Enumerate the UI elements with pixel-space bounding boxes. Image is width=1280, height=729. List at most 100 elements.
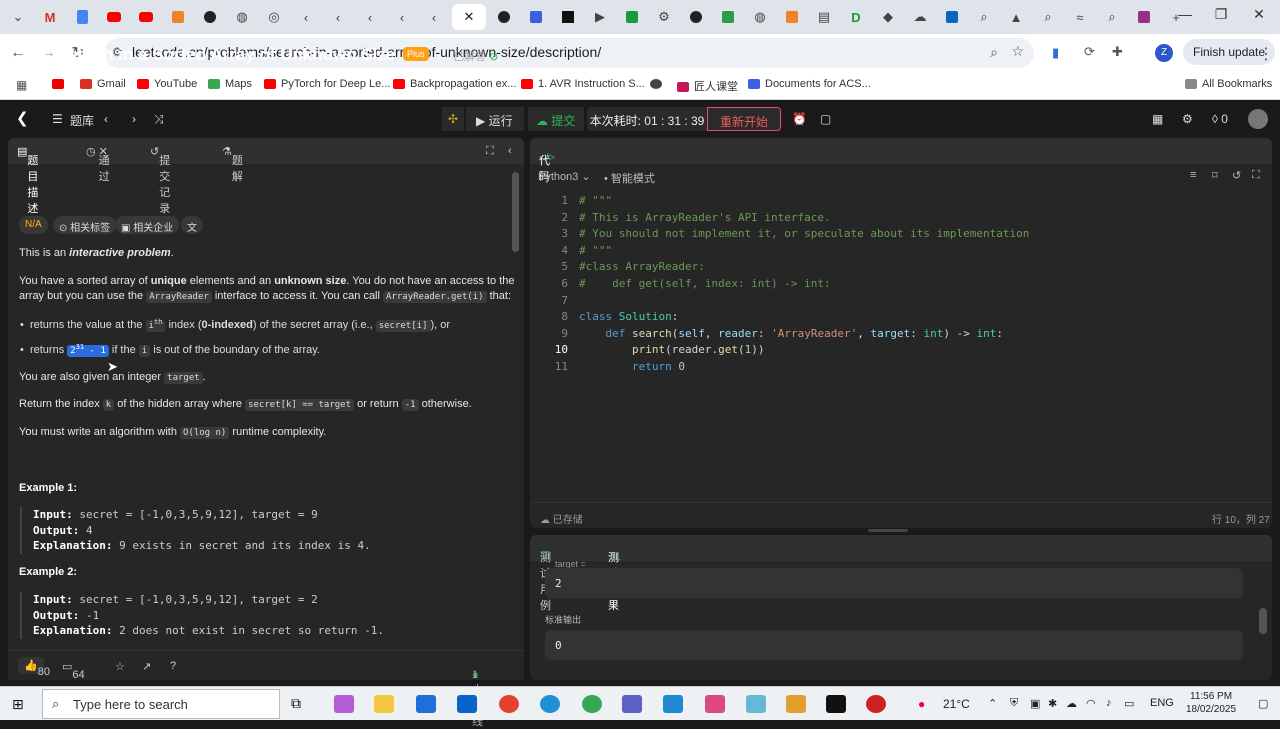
zoom-icon[interactable]: ⌕ bbox=[990, 44, 998, 61]
bookmark-globe[interactable] bbox=[650, 78, 667, 90]
notes-icon[interactable]: ▢ bbox=[820, 112, 831, 126]
tab-tailwind[interactable]: ≈ bbox=[1066, 4, 1094, 30]
language-indicator[interactable]: ENG bbox=[1150, 697, 1174, 709]
tray-battery-icon[interactable]: ▭ bbox=[1124, 697, 1134, 710]
tab-globe-2[interactable]: ◍ bbox=[746, 4, 774, 30]
results-scrollbar[interactable] bbox=[1259, 608, 1267, 634]
tray-security-icon[interactable]: ⛨ bbox=[1010, 697, 1018, 710]
tab-submissions[interactable]: ↺ 提交记录 bbox=[150, 145, 170, 215]
bookmark-star-icon[interactable]: ☆ bbox=[1011, 43, 1024, 60]
tray-app-icon[interactable]: ▣ bbox=[1030, 697, 1040, 710]
tab-leetcode-1[interactable]: ‹ bbox=[292, 4, 320, 30]
related-tags-button[interactable]: ⊙ 相关标签 bbox=[53, 216, 117, 234]
list-icon[interactable]: ☰ bbox=[52, 112, 63, 126]
bookmark-youtube[interactable]: YouTube bbox=[137, 78, 197, 90]
tab-linkedin[interactable] bbox=[938, 4, 966, 30]
bookmark-maps[interactable]: Maps bbox=[208, 78, 252, 90]
minimize-icon[interactable]: — bbox=[1170, 6, 1200, 22]
tray-volume-icon[interactable]: ♪ bbox=[1106, 697, 1112, 709]
help-icon[interactable]: ? bbox=[170, 660, 176, 672]
slack-icon[interactable] bbox=[786, 695, 806, 713]
tab-gmail[interactable]: M bbox=[36, 4, 64, 30]
leetcode-logo-icon[interactable]: ❮ bbox=[16, 109, 29, 127]
extensions-puzzle-icon[interactable]: ✚ bbox=[1112, 44, 1123, 60]
tab-green[interactable] bbox=[618, 4, 646, 30]
settings-gear-icon[interactable]: ⚙ bbox=[1182, 112, 1193, 126]
smart-mode-toggle[interactable]: • 智能模式 bbox=[604, 170, 655, 186]
tab-active-close-icon[interactable]: ✕ bbox=[452, 4, 486, 30]
like-button[interactable]: 👍 80 bbox=[18, 657, 50, 678]
tab-orange[interactable] bbox=[164, 4, 192, 30]
tray-cloud-icon[interactable]: ☁ bbox=[1066, 697, 1077, 710]
prev-problem-icon[interactable]: ‹ bbox=[104, 112, 108, 126]
terminal-icon[interactable] bbox=[826, 695, 846, 713]
extension-icon[interactable]: ▮ bbox=[1052, 45, 1059, 61]
tab-docs[interactable] bbox=[68, 4, 96, 30]
bookmark-gmail[interactable]: Gmail bbox=[80, 78, 126, 90]
reset-icon[interactable]: ↺ bbox=[1232, 169, 1241, 182]
tab-purple[interactable] bbox=[1130, 4, 1158, 30]
temperature[interactable]: 21°C bbox=[943, 697, 970, 711]
bookmark-red[interactable] bbox=[52, 78, 69, 90]
edge-icon[interactable] bbox=[540, 695, 560, 713]
comments-button[interactable]: ▭ 64 bbox=[62, 660, 85, 681]
chrome-icon[interactable] bbox=[499, 695, 519, 713]
bookmark-pytorch[interactable]: PyTorch for Deep Le... bbox=[264, 78, 390, 90]
tab-description[interactable]: ▤ 题目描述 bbox=[17, 145, 38, 215]
bookmark-backprop[interactable]: Backpropagation ex... bbox=[393, 78, 516, 90]
language-select[interactable]: Python3 ⌄ bbox=[538, 170, 591, 183]
taskbar-search-input[interactable]: ⌕ Type here to search bbox=[42, 689, 280, 719]
alarm-icon[interactable]: ⏰ bbox=[792, 112, 807, 126]
translate-button[interactable]: 文 bbox=[181, 216, 203, 234]
tab-doc[interactable]: ▤ bbox=[810, 4, 838, 30]
tab-github-3[interactable] bbox=[682, 4, 710, 30]
notifications-icon[interactable]: ▢ bbox=[1258, 697, 1268, 710]
tab-play[interactable]: ▶ bbox=[586, 4, 614, 30]
tab-search-3[interactable]: ⌕ bbox=[1098, 4, 1126, 30]
tab-leetcode-2[interactable]: ‹ bbox=[324, 4, 352, 30]
related-companies-button[interactable]: ▣ 相关企业 bbox=[115, 216, 180, 234]
teams-icon[interactable] bbox=[622, 695, 642, 713]
more-menu-icon[interactable]: ⋮ bbox=[1258, 44, 1274, 64]
tab-leetcode-5[interactable]: ‹ bbox=[420, 4, 448, 30]
problem-list-link[interactable]: 题库 bbox=[70, 112, 94, 129]
tray-bluetooth-icon[interactable]: ✱ bbox=[1048, 697, 1057, 710]
tab-github[interactable] bbox=[196, 4, 224, 30]
collapse-icon[interactable]: ‹ bbox=[508, 145, 512, 157]
file-explorer-icon[interactable] bbox=[374, 695, 394, 713]
points-fire-icon[interactable]: ◊ 0 bbox=[1212, 112, 1228, 126]
store-icon[interactable] bbox=[416, 695, 436, 713]
tab-d[interactable]: D bbox=[842, 4, 870, 30]
tab-search[interactable]: ⌕ bbox=[970, 4, 998, 30]
chrome-2-icon[interactable] bbox=[582, 695, 602, 713]
extension-2-icon[interactable]: ⟳ bbox=[1084, 44, 1095, 60]
format-icon[interactable]: ≡ bbox=[1190, 169, 1196, 181]
tab-search-2[interactable]: ⌕ bbox=[1034, 4, 1062, 30]
tab-solutions[interactable]: ⚗ 题解 bbox=[222, 145, 243, 183]
description-scrollbar[interactable] bbox=[512, 172, 519, 252]
tab-accepted[interactable]: ◷ 通过 ✕ bbox=[86, 145, 110, 183]
copilot-icon[interactable] bbox=[334, 695, 354, 713]
vscode-icon[interactable] bbox=[663, 695, 683, 713]
selected-text[interactable]: 231 - 1 bbox=[67, 343, 109, 357]
tab-green-3[interactable]: ▲ bbox=[1002, 4, 1030, 30]
clock[interactable]: 11:56 PM 18/02/2025 bbox=[1186, 690, 1236, 716]
fullscreen-icon[interactable]: ⛶ bbox=[1252, 169, 1260, 182]
share-icon[interactable]: ↗ bbox=[142, 660, 151, 673]
tab-youtube[interactable] bbox=[100, 4, 128, 30]
tab-github-2[interactable] bbox=[490, 4, 518, 30]
tab-orange-2[interactable] bbox=[778, 4, 806, 30]
bookmark-acs[interactable]: Documents for ACS... bbox=[748, 78, 871, 90]
shuffle-icon[interactable]: ⤨ bbox=[154, 112, 164, 127]
bookmark-icon[interactable]: ⌑ bbox=[1212, 169, 1218, 182]
maximize-icon[interactable]: ❐ bbox=[1206, 6, 1236, 23]
outlook-icon[interactable] bbox=[457, 695, 477, 713]
close-window-icon[interactable]: ✕ bbox=[1244, 6, 1274, 23]
tab-youtube-2[interactable] bbox=[132, 4, 160, 30]
layout-icon[interactable]: ▦ bbox=[1152, 112, 1163, 126]
all-bookmarks[interactable]: All Bookmarks bbox=[1185, 78, 1272, 90]
tab-green-2[interactable] bbox=[714, 4, 742, 30]
tab-cloud[interactable]: ☁ bbox=[906, 4, 934, 30]
tab-leetcode-4[interactable]: ‹ bbox=[388, 4, 416, 30]
debug-icon[interactable]: ✣ bbox=[442, 107, 464, 131]
